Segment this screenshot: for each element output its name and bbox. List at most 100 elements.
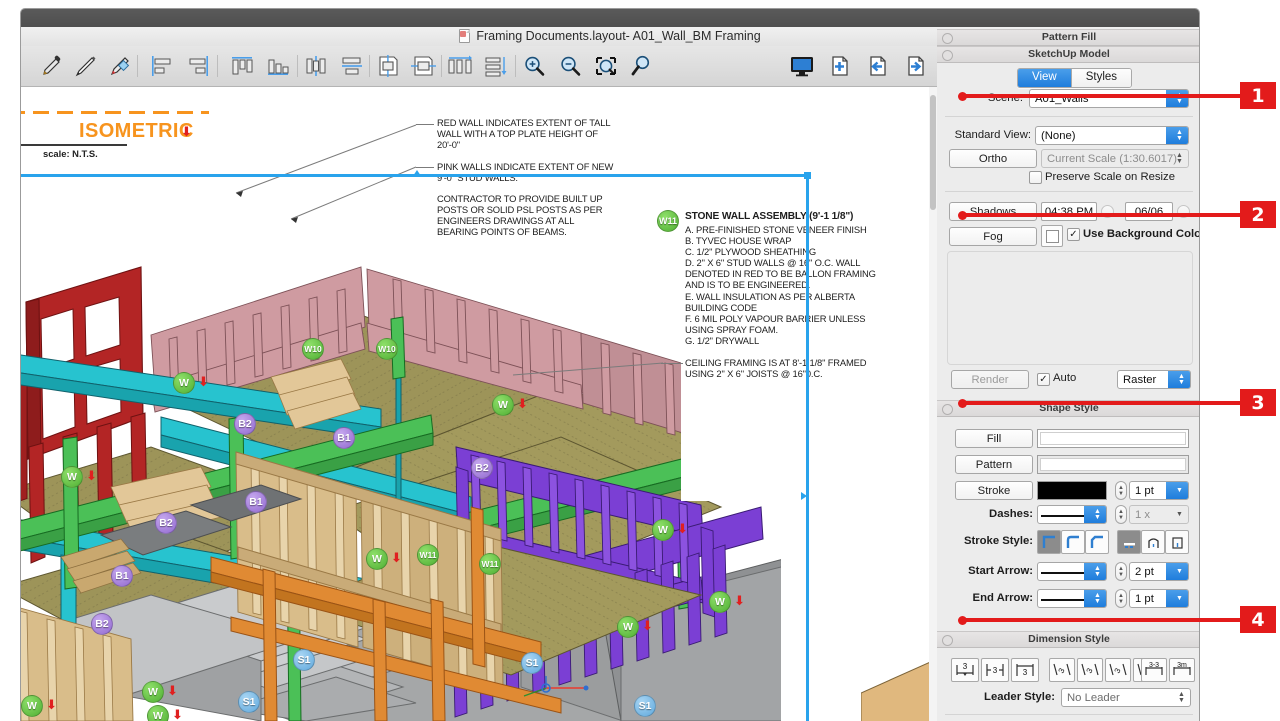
- chevron-updown-icon[interactable]: ▲▼: [1166, 127, 1188, 144]
- standard-view-select[interactable]: (None) ▲▼: [1035, 126, 1189, 145]
- start-arrow-select[interactable]: ▲▼: [1037, 562, 1107, 581]
- dim-text-center-icon[interactable]: 3: [981, 658, 1009, 682]
- dim-text-below-icon[interactable]: 3: [951, 658, 979, 682]
- dim-text-rot-2-icon[interactable]: 3: [1077, 658, 1103, 682]
- tab-view[interactable]: View: [1018, 69, 1071, 87]
- view-styles-segmented-control[interactable]: View Styles: [1017, 68, 1132, 88]
- panel-disclosure-icon[interactable]: [942, 33, 953, 44]
- fog-color-swatch-button[interactable]: [1041, 225, 1063, 247]
- model-tag-arrow-icon-16: ⬇: [391, 551, 402, 564]
- highlighter-tool[interactable]: [103, 50, 137, 82]
- auto-render-checkbox[interactable]: ✓: [1037, 373, 1050, 386]
- render-quality-select[interactable]: Raster ▲▼: [1117, 370, 1191, 389]
- panel-header-sketchup-model[interactable]: SketchUp Model: [937, 46, 1200, 63]
- space-horizontally-button[interactable]: [443, 50, 477, 82]
- selection-midpoint-top[interactable]: [413, 170, 421, 176]
- start-arrow-size-stepper[interactable]: ▲▼: [1115, 562, 1127, 581]
- preserve-scale-checkbox[interactable]: [1029, 171, 1042, 184]
- end-arrow-select[interactable]: ▲▼: [1037, 589, 1107, 608]
- panel-header-pattern-fill[interactable]: Pattern Fill: [937, 29, 1200, 46]
- chevron-updown-icon[interactable]: ▲▼: [1166, 150, 1188, 167]
- stroke-width-stepper[interactable]: ▲▼: [1115, 481, 1127, 500]
- selection-grip-top-right[interactable]: [804, 172, 811, 179]
- model-tag-b2-14: B2: [91, 613, 113, 635]
- add-page-button[interactable]: [823, 50, 857, 82]
- align-left-button[interactable]: [145, 50, 179, 82]
- stroke-button[interactable]: Stroke: [955, 481, 1033, 500]
- scene-select[interactable]: A01_Walls ▲▼: [1029, 89, 1189, 108]
- dim-text-rot-3-icon[interactable]: 3: [1105, 658, 1131, 682]
- center-on-page-horizontal-button[interactable]: [407, 50, 441, 82]
- stroke-cap-flat-button[interactable]: [1117, 530, 1141, 554]
- tab-styles[interactable]: Styles: [1071, 69, 1131, 87]
- chevron-down-icon[interactable]: ▼: [1166, 590, 1188, 607]
- selection-midpoint-right[interactable]: [801, 492, 807, 500]
- end-arrow-size-stepper[interactable]: ▲▼: [1115, 589, 1127, 608]
- eyedropper-tool[interactable]: [35, 50, 69, 82]
- center-on-page-vertical-button[interactable]: [371, 50, 405, 82]
- chevron-updown-icon[interactable]: ▲▼: [1084, 590, 1106, 607]
- align-top-button[interactable]: [225, 50, 259, 82]
- align-center-horizontal-button[interactable]: [335, 50, 369, 82]
- dim-units-3-3-icon[interactable]: 3-3: [1141, 658, 1167, 682]
- stroke-join-bevel-button[interactable]: [1085, 530, 1109, 554]
- selection-line-right[interactable]: [806, 174, 809, 721]
- fog-button[interactable]: Fog: [949, 227, 1037, 246]
- render-button[interactable]: Render: [951, 370, 1029, 389]
- pattern-swatch[interactable]: [1037, 455, 1189, 474]
- style-brush-tool[interactable]: [69, 50, 103, 82]
- chevron-updown-icon[interactable]: ▲▼: [1084, 506, 1106, 523]
- dim-text-rot-1-icon[interactable]: 3: [1049, 658, 1075, 682]
- canvas-vertical-scrollbar[interactable]: [929, 87, 937, 721]
- presentation-button[interactable]: [785, 50, 819, 82]
- stroke-join-round-button[interactable]: [1061, 530, 1085, 554]
- ortho-button[interactable]: Ortho: [949, 149, 1037, 168]
- align-center-vertical-button[interactable]: [299, 50, 333, 82]
- next-page-button[interactable]: [899, 50, 933, 82]
- chevron-updown-icon[interactable]: ▲▼: [1168, 689, 1190, 706]
- model-tag-arrow-icon-6: ⬇: [86, 469, 97, 482]
- dash-scale-select[interactable]: 1 x ▼: [1129, 505, 1189, 524]
- align-right-button[interactable]: [181, 50, 215, 82]
- panel-disclosure-icon[interactable]: [942, 635, 953, 646]
- dash-scale-stepper[interactable]: ▲▼: [1115, 505, 1127, 524]
- zoom-tool[interactable]: [625, 50, 659, 82]
- chevron-updown-icon[interactable]: ▲▼: [1168, 371, 1190, 388]
- end-arrow-size-select[interactable]: 1 pt ▼: [1129, 589, 1189, 608]
- shadow-time-field[interactable]: 04:38 PM: [1041, 202, 1097, 221]
- panel-disclosure-icon[interactable]: [942, 50, 953, 61]
- model-tag-arrow-icon-15: ⬇: [734, 594, 745, 607]
- align-bottom-button[interactable]: [261, 50, 295, 82]
- start-arrow-size-select[interactable]: 2 pt ▼: [1129, 562, 1189, 581]
- chevron-down-icon[interactable]: ▼: [1166, 563, 1188, 580]
- current-scale-select[interactable]: Current Scale (1:30.6017) ▲▼: [1041, 149, 1189, 168]
- svg-text:3-3: 3-3: [1149, 662, 1159, 669]
- use-background-color-checkbox[interactable]: ✓: [1067, 228, 1080, 241]
- previous-page-button[interactable]: [861, 50, 895, 82]
- model-tag-arrow-icon-12: ⬇: [677, 522, 688, 535]
- chevron-down-icon[interactable]: ▼: [1166, 482, 1188, 499]
- panel-disclosure-icon[interactable]: [942, 404, 953, 415]
- stroke-join-miter-button[interactable]: [1037, 530, 1061, 554]
- stroke-cap-round-button[interactable]: [1141, 530, 1165, 554]
- zoom-out-button[interactable]: [553, 50, 587, 82]
- stroke-color-swatch[interactable]: [1037, 481, 1107, 500]
- pattern-button[interactable]: Pattern: [955, 455, 1033, 474]
- dim-text-above-icon[interactable]: 3: [1011, 658, 1039, 682]
- chevron-updown-icon[interactable]: ▲▼: [1084, 563, 1106, 580]
- chevron-updown-icon[interactable]: ▲▼: [1166, 90, 1188, 107]
- scrollbar-thumb[interactable]: [930, 95, 936, 210]
- dim-units-3m-icon[interactable]: 3m: [1169, 658, 1195, 682]
- panel-header-dimension-style[interactable]: Dimension Style: [937, 631, 1200, 648]
- leader-style-select[interactable]: No Leader ▲▼: [1061, 688, 1191, 707]
- shadow-date-field[interactable]: 06/06: [1125, 202, 1173, 221]
- zoom-in-button[interactable]: [517, 50, 551, 82]
- stroke-cap-square-button[interactable]: [1165, 530, 1189, 554]
- dash-style-select[interactable]: ▲▼: [1037, 505, 1107, 524]
- fill-color-swatch[interactable]: [1037, 429, 1189, 448]
- space-vertically-button[interactable]: [479, 50, 513, 82]
- zoom-to-fit-button[interactable]: [589, 50, 623, 82]
- chevron-down-icon[interactable]: ▼: [1166, 506, 1188, 523]
- fill-button[interactable]: Fill: [955, 429, 1033, 448]
- stroke-width-select[interactable]: 1 pt ▼: [1129, 481, 1189, 500]
